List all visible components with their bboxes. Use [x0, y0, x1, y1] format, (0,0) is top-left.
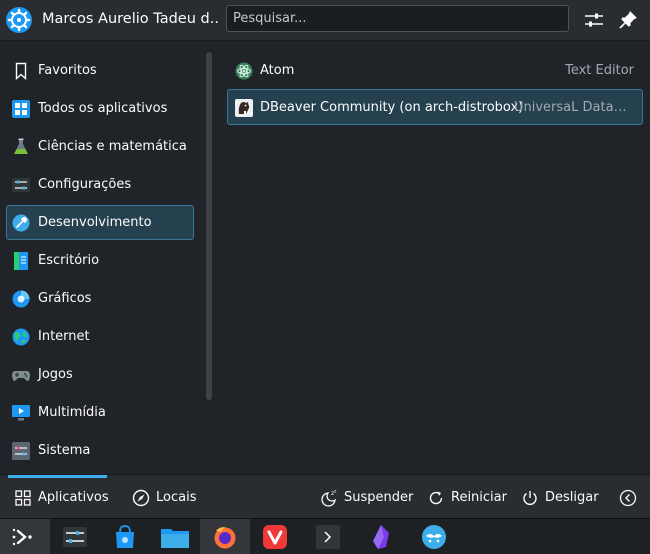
category-ciencias-e-matematica[interactable]: Ciências e matemática — [6, 129, 194, 164]
category-desenvolvimento[interactable]: Desenvolvimento — [6, 205, 194, 240]
kde-logo-icon — [7, 8, 31, 32]
category-label: Escritório — [38, 253, 100, 268]
app-item-dbeaver[interactable]: DBeaver Community (on arch-distrobox) Un… — [227, 89, 643, 125]
file-manager-icon — [161, 529, 189, 548]
graphics-icon — [12, 290, 30, 308]
category-label: Multimídia — [38, 405, 106, 420]
taskbar-system-settings[interactable] — [50, 519, 100, 554]
app-description: Text Editor — [565, 63, 634, 78]
suspend-button[interactable]: z z Suspender — [320, 489, 414, 507]
terminal-icon — [316, 525, 340, 549]
taskbar-steam-deck[interactable] — [409, 519, 459, 554]
category-label: Todos os aplicativos — [38, 101, 168, 116]
dbeaver-icon — [235, 99, 253, 117]
active-tab-indicator — [8, 475, 107, 478]
app-name: DBeaver Community (on arch-distrobox) — [260, 100, 524, 115]
tab-locais[interactable]: Locais — [132, 489, 202, 507]
steam-deck-icon — [422, 525, 446, 549]
restart-button[interactable]: Reiniciar — [427, 489, 507, 507]
chevron-left-circle-icon — [619, 489, 637, 507]
footer: Aplicativos Locais z z Suspender Reinici… — [0, 474, 650, 519]
pin-button[interactable] — [616, 8, 640, 32]
category-label: Jogos — [38, 367, 73, 382]
shutdown-button[interactable]: Desligar — [521, 489, 599, 507]
system-settings-icon — [63, 527, 87, 547]
category-sistema[interactable]: Sistema — [6, 433, 194, 468]
category-label: Ciências e matemática — [38, 139, 187, 154]
action-label: Desligar — [545, 490, 599, 505]
sidebar-scrollbar[interactable] — [206, 52, 212, 400]
taskbar-file-manager[interactable] — [150, 519, 200, 554]
category-label: Gráficos — [38, 291, 92, 306]
app-list: Atom Text Editor DBeaver Community (on a… — [222, 41, 650, 473]
app-item-atom[interactable]: Atom Text Editor — [227, 52, 643, 88]
search-input[interactable] — [226, 5, 569, 32]
configure-button[interactable] — [582, 8, 606, 32]
taskbar-vivaldi[interactable] — [250, 519, 300, 554]
category-jogos[interactable]: Jogos — [6, 357, 194, 392]
science-icon — [12, 138, 30, 156]
more-actions-button[interactable] — [619, 489, 637, 507]
taskbar-terminal[interactable] — [303, 519, 353, 554]
user-avatar[interactable] — [6, 7, 32, 33]
category-multimidia[interactable]: Multimídia — [6, 395, 194, 430]
category-graficos[interactable]: Gráficos — [6, 281, 194, 316]
action-label: Reiniciar — [451, 490, 507, 505]
compass-icon — [132, 489, 150, 507]
office-icon — [12, 252, 30, 270]
development-icon — [12, 214, 30, 232]
pin-icon — [619, 11, 637, 29]
category-todos-os-aplicativos[interactable]: Todos os aplicativos — [6, 91, 194, 126]
svg-text:z: z — [334, 490, 337, 495]
system-icon — [12, 442, 30, 460]
action-label: Suspender — [344, 490, 414, 505]
category-label: Configurações — [38, 177, 132, 192]
discover-store-icon — [116, 525, 134, 548]
taskbar-app-launcher[interactable] — [0, 519, 50, 554]
taskbar-firefox[interactable] — [200, 519, 250, 554]
power-icon — [521, 489, 539, 507]
sliders-icon — [585, 13, 603, 27]
atom-icon — [235, 62, 253, 80]
apps-grid-icon — [14, 489, 32, 507]
category-favoritos[interactable]: Favoritos — [6, 53, 194, 88]
category-escritorio[interactable]: Escritório — [6, 243, 194, 278]
category-label: Sistema — [38, 443, 91, 458]
obsidian-icon — [373, 525, 389, 549]
app-description: UniversaL Databa... — [514, 100, 634, 115]
category-configuracoes[interactable]: Configurações — [6, 167, 194, 202]
category-label: Favoritos — [38, 63, 97, 78]
app-launcher-icon — [12, 528, 32, 546]
all-apps-icon — [12, 100, 30, 118]
restart-icon — [427, 489, 445, 507]
multimedia-icon — [12, 404, 30, 422]
firefox-icon — [214, 527, 236, 549]
category-internet[interactable]: Internet — [6, 319, 194, 354]
category-label: Desenvolvimento — [38, 215, 152, 230]
category-sidebar: Favoritos Todos os aplicativos Ciências … — [0, 41, 206, 473]
username: Marcos Aurelio Tadeu d... — [42, 11, 220, 27]
tab-label: Locais — [156, 490, 197, 505]
app-name: Atom — [260, 63, 295, 78]
taskbar-obsidian[interactable] — [356, 519, 406, 554]
tab-aplicativos[interactable]: Aplicativos — [14, 489, 109, 507]
internet-icon — [12, 328, 30, 346]
taskbar — [0, 518, 650, 554]
tab-label: Aplicativos — [38, 490, 109, 505]
sleep-icon: z z — [320, 489, 338, 507]
header: Marcos Aurelio Tadeu d... — [0, 0, 650, 41]
games-icon — [12, 366, 30, 384]
taskbar-discover[interactable] — [100, 519, 150, 554]
vivaldi-icon — [263, 525, 287, 549]
category-label: Internet — [38, 329, 90, 344]
bookmark-icon — [12, 62, 30, 80]
settings-icon — [12, 176, 30, 194]
